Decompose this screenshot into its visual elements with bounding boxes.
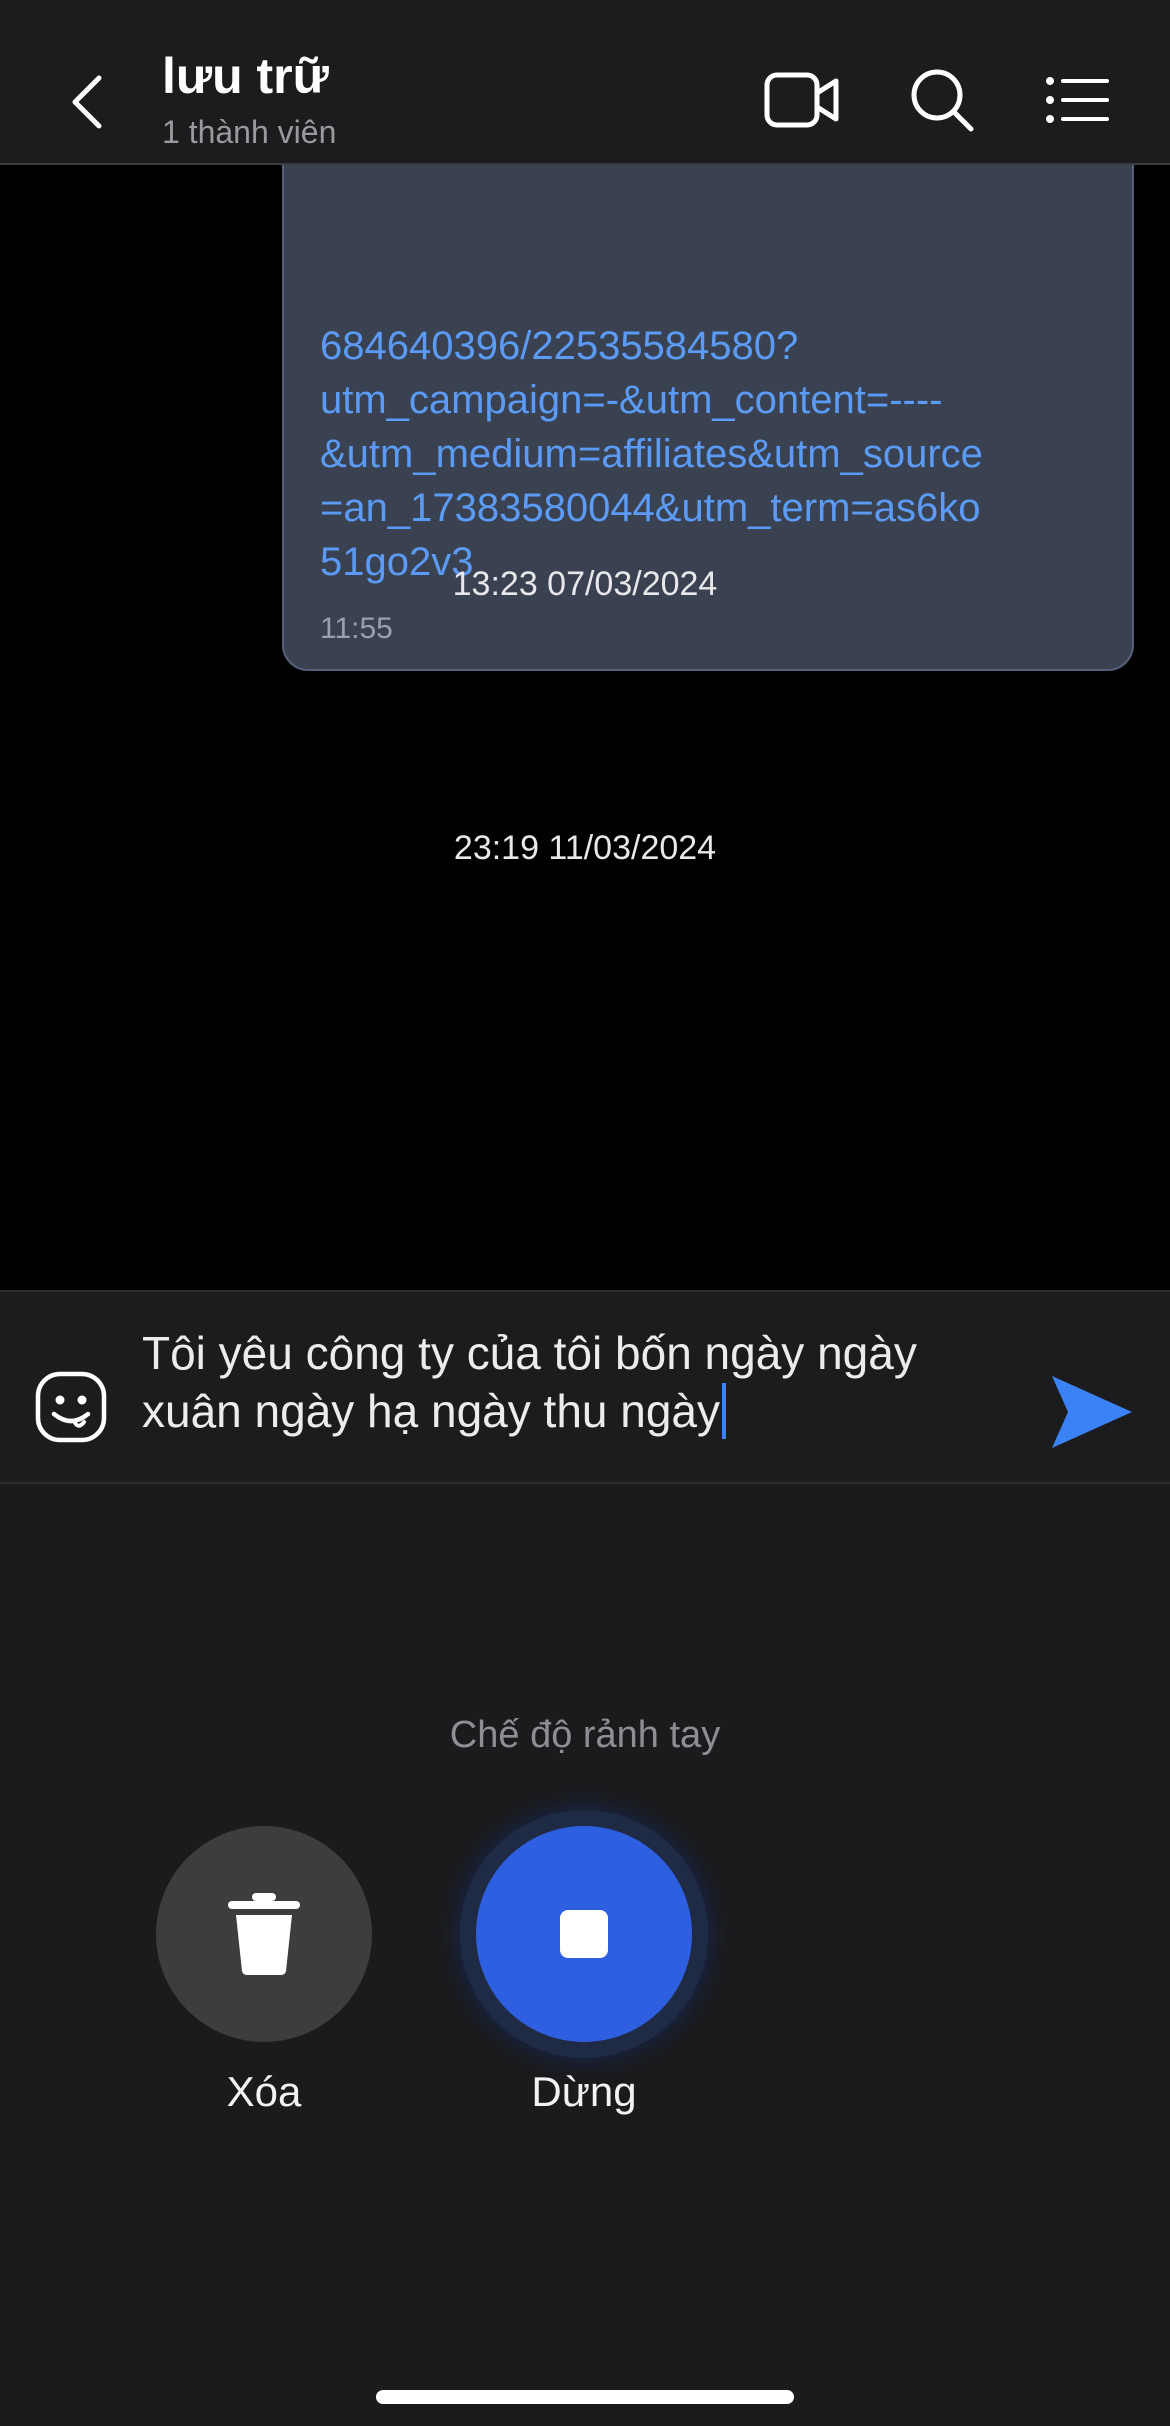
back-button[interactable] <box>52 62 122 142</box>
emoji-button[interactable] <box>34 1370 108 1444</box>
video-call-button[interactable] <box>762 60 842 140</box>
menu-button[interactable] <box>1038 60 1118 140</box>
message-list[interactable]: 684640396/22535584580? utm_campaign=-&ut… <box>0 165 1170 1290</box>
message-input[interactable]: Tôi yêu công ty của tôi bốn ngày ngày xu… <box>142 1324 1002 1440</box>
date-separator: 23:19 11/03/2024 <box>453 829 717 867</box>
home-indicator <box>376 2390 794 2404</box>
delete-button[interactable] <box>156 1826 372 2042</box>
input-line: xuân ngày hạ ngày thu ngày <box>142 1385 721 1437</box>
chat-title: lưu trữ <box>162 48 329 104</box>
mode-label: Chế độ rảnh tay <box>449 1714 721 1756</box>
link-line: utm_campaign=-&utm_content=---- <box>320 378 943 422</box>
message-link[interactable]: 684640396/22535584580? utm_campaign=-&ut… <box>320 319 1110 589</box>
text-caret <box>722 1383 727 1439</box>
date-separator: 13:23 07/03/2024 <box>452 565 718 603</box>
send-button[interactable] <box>1050 1372 1134 1452</box>
member-count: 1 thành viên <box>162 114 337 150</box>
link-line: &utm_medium=affiliates&utm_source <box>320 432 983 476</box>
chat-header: lưu trữ 1 thành viên <box>0 0 1170 165</box>
message-time: 11:55 <box>320 612 393 645</box>
search-button[interactable] <box>902 60 982 140</box>
stop-icon <box>560 1910 608 1958</box>
search-icon <box>911 69 974 132</box>
trash-icon <box>228 1893 300 1975</box>
stop-button[interactable] <box>476 1826 692 2042</box>
list-menu-icon <box>1046 77 1109 123</box>
message-composer: Tôi yêu công ty của tôi bốn ngày ngày xu… <box>0 1290 1170 1484</box>
chat-title-block[interactable]: lưu trữ 1 thành viên <box>162 46 336 152</box>
input-line: Tôi yêu công ty của tôi bốn ngày ngày <box>142 1327 917 1379</box>
input-line-last: xuân ngày hạ ngày thu ngày <box>142 1382 1002 1440</box>
send-arrow-icon <box>1052 1376 1132 1448</box>
video-call-icon <box>764 72 839 128</box>
link-line: 684640396/22535584580? <box>320 324 799 368</box>
hands-free-panel: Chế độ rảnh tay Xóa Dừng <box>0 1484 1170 2426</box>
stop-label: Dừng <box>531 2068 637 2115</box>
link-line: =an_17383580044&utm_term=as6ko <box>320 486 981 530</box>
delete-label: Xóa <box>226 2068 302 2115</box>
emoji-face-icon <box>35 1371 107 1443</box>
chevron-left-icon <box>72 75 102 129</box>
